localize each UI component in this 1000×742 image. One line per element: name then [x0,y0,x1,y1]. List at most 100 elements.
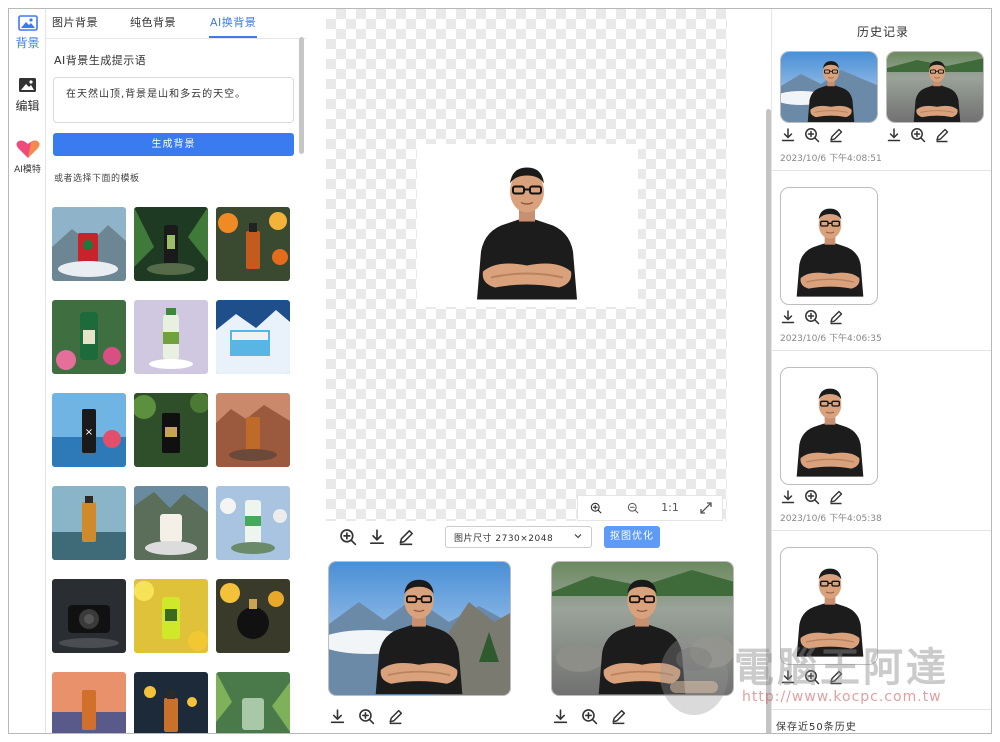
rail-item-background[interactable]: 背景 [9,15,46,51]
result-actions [329,708,404,726]
history-entry[interactable]: 2023/10/6 下午4:06:35 [772,183,991,351]
download-icon[interactable] [552,708,569,725]
history-entry[interactable] [772,543,991,709]
template-red-cup-mountain [52,207,126,281]
tab-solid-background[interactable]: 纯色背景 [130,14,176,30]
heart-icon [16,140,39,158]
active-tab-indicator [209,36,257,38]
image-size-select[interactable]: 图片尺寸 2730×2048 [445,526,592,548]
zoom-in-icon[interactable] [804,309,820,325]
history-thumb[interactable] [886,51,984,123]
template-thumb[interactable] [52,207,126,281]
history-title: 历史记录 [856,25,909,39]
pen-icon[interactable] [610,708,627,725]
pen-icon[interactable] [828,127,844,143]
pen-icon[interactable] [828,669,844,685]
download-icon[interactable] [329,708,346,725]
zoom-in-icon[interactable] [581,708,598,725]
tool-rail: 背景 编辑 AI模特 [9,9,46,733]
history-thumb[interactable] [780,51,878,123]
expand-icon [700,502,712,514]
editor-canvas[interactable]: 1:1 [326,9,727,521]
app-window: 背景 编辑 AI模特 图片背景 纯色背景 AI换背景 AI背景生成提示语 在天然… [8,8,992,734]
template-hint: 或者选择下面的模板 [54,174,140,184]
zoom-in-icon[interactable] [339,528,357,546]
template-thumb[interactable] [134,300,208,374]
template-thumb[interactable] [52,486,126,560]
cutout-photo[interactable] [417,144,638,307]
fullscreen-button[interactable] [688,496,724,520]
result-rocky-mountain [552,562,733,695]
zoom-out-icon [627,502,639,514]
history-thumb[interactable] [780,187,878,305]
history-thumb[interactable] [780,367,878,485]
download-icon[interactable] [368,528,386,546]
download-icon[interactable] [780,489,796,505]
rail-item-edit[interactable]: 编辑 [9,77,46,114]
template-thumb[interactable] [134,672,208,733]
history-panel: 历史记录 2023/10/6 下午4:08:51 2023/10/6 下午4:0… [771,9,991,733]
rail-label-edit: 编辑 [15,99,40,113]
edit-image-icon [18,78,36,92]
result-actions [552,708,627,726]
zoom-in-icon[interactable] [804,489,820,505]
pen-icon[interactable] [828,309,844,325]
history-entry[interactable]: 2023/10/6 下午4:05:38 [772,363,991,531]
template-thumb[interactable] [134,393,208,467]
zoom-in-icon[interactable] [358,708,375,725]
download-icon[interactable] [886,127,902,143]
history-actions [886,127,958,143]
tab-ai-background[interactable]: AI换背景 [210,14,256,30]
history-time: 2023/10/6 下午4:05:38 [780,514,882,524]
zoom-in-icon[interactable] [804,127,820,143]
result-card[interactable] [328,561,511,696]
background-panel: 图片背景 纯色背景 AI换背景 AI背景生成提示语 在天然山顶,背景是山和多云的… [46,9,306,733]
template-thumb[interactable] [216,486,290,560]
history-time: 2023/10/6 下午4:06:35 [780,334,882,344]
ratio-button[interactable]: 1:1 [652,496,688,520]
pen-icon[interactable] [828,489,844,505]
tab-image-background[interactable]: 图片背景 [52,14,98,30]
person-cutout [475,166,579,301]
canvas-actions [339,528,415,546]
result-card[interactable] [551,561,734,696]
pen-icon[interactable] [387,708,404,725]
download-icon[interactable] [780,309,796,325]
template-thumb[interactable]: × [52,393,126,467]
panel-scrollbar[interactable] [299,37,304,154]
prompt-textarea[interactable]: 在天然山顶,背景是山和多云的天空。 [53,77,294,123]
template-thumb[interactable] [216,672,290,733]
zoom-in-icon[interactable] [804,669,820,685]
download-icon[interactable] [780,669,796,685]
template-thumb[interactable] [134,207,208,281]
template-grid: × [52,207,298,733]
chevron-down-icon [574,534,582,539]
history-actions [780,669,852,685]
prompt-label: AI背景生成提示语 [54,54,147,67]
template-thumb[interactable] [216,300,290,374]
download-icon[interactable] [780,127,796,143]
history-actions [780,489,852,505]
generate-background-button[interactable]: 生成背景 [53,133,294,156]
pen-icon[interactable] [934,127,950,143]
template-thumb[interactable] [216,207,290,281]
template-thumb[interactable] [134,486,208,560]
refine-cutout-button[interactable]: 抠图优化 [604,526,660,548]
rail-label-ai-model: AI模特 [14,165,41,175]
pen-icon[interactable] [397,528,415,546]
rail-item-ai-model[interactable]: AI模特 [9,139,46,175]
template-thumb[interactable] [52,672,126,733]
history-entry[interactable]: 2023/10/6 下午4:08:51 [772,51,991,171]
template-thumb[interactable] [216,393,290,467]
result-mountain-clouds [329,562,510,695]
template-thumb[interactable] [52,300,126,374]
template-thumb[interactable] [134,579,208,653]
history-thumb[interactable] [780,547,878,665]
template-thumb[interactable] [216,579,290,653]
zoom-in-icon[interactable] [910,127,926,143]
canvas-zoom-in-button[interactable] [578,496,614,520]
rail-label-background: 背景 [15,36,40,50]
canvas-zoom-out-button[interactable] [615,496,651,520]
template-thumb[interactable] [52,579,126,653]
history-time: 2023/10/6 下午4:08:51 [780,154,882,164]
